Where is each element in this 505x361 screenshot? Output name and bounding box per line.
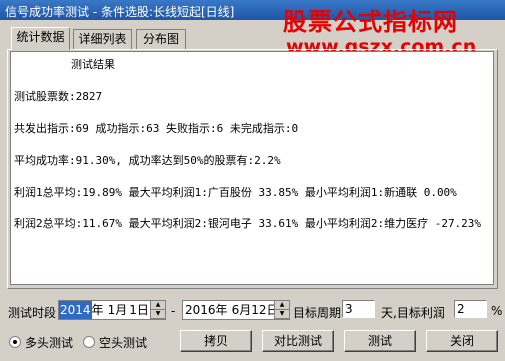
target-period-label: 目标周期: [293, 306, 342, 320]
start-date-picker[interactable]: 2014年 1月 1日 ▲ ▼: [58, 300, 166, 320]
tab-detail-list[interactable]: 详细列表: [73, 29, 132, 49]
start-month: 1: [107, 303, 116, 317]
long-test-radio[interactable]: [9, 336, 21, 348]
year-unit: 年: [91, 303, 104, 317]
end-date-picker[interactable]: 2016年 6月12日 ▲ ▼: [182, 300, 290, 320]
short-test-radio[interactable]: [83, 336, 95, 348]
date-range-dash: -: [171, 304, 176, 318]
percent-sign: %: [491, 304, 503, 318]
end-month: 6: [231, 303, 240, 317]
target-period-input[interactable]: 3: [342, 300, 375, 318]
spin-down-icon[interactable]: ▼: [275, 310, 289, 319]
tab-distribution[interactable]: 分布图: [136, 29, 186, 49]
end-day: 12: [251, 303, 267, 317]
short-test-label[interactable]: 空头测试: [99, 334, 147, 351]
start-date-spinner[interactable]: ▲ ▼: [150, 301, 165, 319]
period-label: 测试时段: [8, 306, 57, 320]
long-test-label[interactable]: 多头测试: [25, 334, 73, 351]
watermark-title: 股票公式指标网: [283, 8, 458, 36]
test-button[interactable]: 测试: [344, 330, 416, 352]
tab-statistics[interactable]: 统计数据: [11, 27, 70, 50]
result-line: 测试股票数:2827: [14, 90, 103, 103]
end-year: 2016: [185, 303, 216, 317]
result-line: 共发出指示:69 成功指示:63 失败指示:6 未完成指示:0: [14, 122, 299, 135]
result-line: 利润2总平均:11.67% 最大平均利润2:银河电子 33.61% 最小平均利润…: [14, 217, 482, 230]
year-unit: 年: [215, 303, 228, 317]
target-profit-input[interactable]: 2: [454, 300, 487, 318]
day-unit: 日: [136, 303, 149, 317]
copy-button[interactable]: 拷贝: [180, 330, 252, 352]
target-profit-label: 天,目标利润: [381, 306, 445, 320]
results-heading: 测试结果: [71, 58, 115, 71]
window-title: 信号成功率测试 - 条件选股:长线短起[日线]: [5, 5, 235, 19]
result-line: 利润1总平均:19.89% 最大平均利润1:广百股份 33.85% 最小平均利润…: [14, 186, 457, 199]
result-line: 平均成功率:91.30%, 成功率达到50%的股票有:2.2%: [14, 154, 281, 167]
compare-test-button[interactable]: 对比测试: [262, 330, 334, 352]
month-unit: 月: [115, 303, 128, 317]
spin-up-icon[interactable]: ▲: [275, 301, 289, 310]
start-day: 1: [129, 303, 137, 317]
end-date-spinner[interactable]: ▲ ▼: [274, 301, 289, 319]
start-year: 2014: [59, 301, 92, 319]
month-unit: 月: [239, 303, 252, 317]
spin-up-icon[interactable]: ▲: [151, 301, 165, 310]
results-box[interactable]: 测试结果 测试股票数:2827 共发出指示:69 成功指示:63 失败指示:6 …: [10, 51, 494, 285]
spin-down-icon[interactable]: ▼: [151, 310, 165, 319]
close-button[interactable]: 关闭: [426, 330, 498, 352]
